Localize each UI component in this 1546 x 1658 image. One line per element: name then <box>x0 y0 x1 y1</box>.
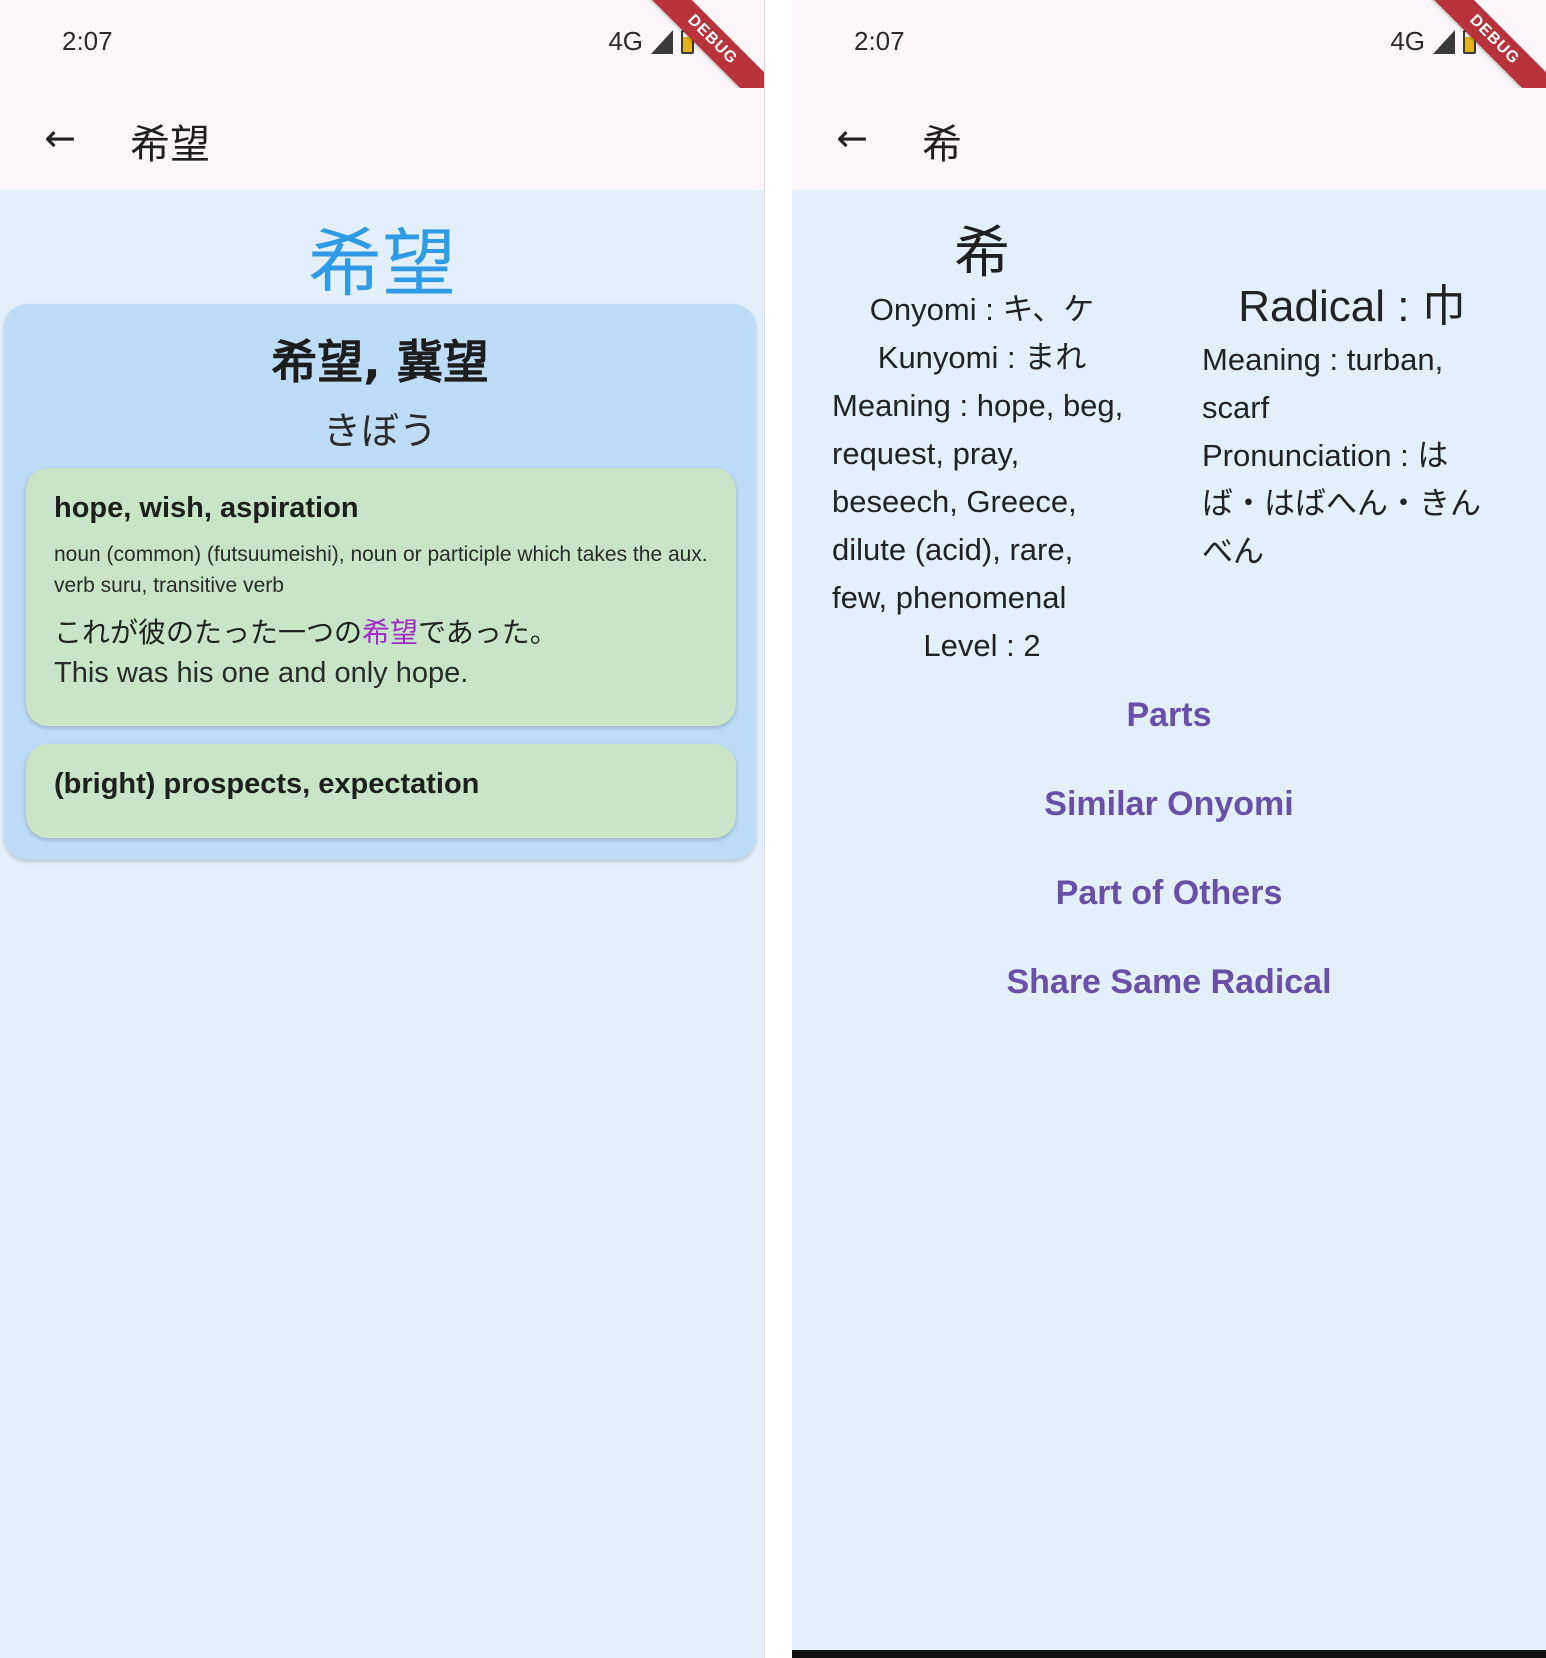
cell-signal-icon <box>1433 29 1455 54</box>
arrow-left-icon: ← <box>836 116 868 160</box>
radical-meaning: Meaning : turban, scarf <box>1202 342 1444 425</box>
page-title: 希望 <box>130 122 210 168</box>
example-text-after: であった。 <box>418 616 558 649</box>
radical-pronunciation: Pronunciation : はば・はばへん・きんべん <box>1202 438 1481 569</box>
status-indicators: 4G <box>608 26 694 57</box>
network-label: 4G <box>608 26 643 56</box>
kunyomi: Kunyomi : まれ <box>877 340 1087 375</box>
status-bar: 2:07 4G DEBUG <box>0 0 764 121</box>
word-content: 希望 希望, 冀望 きぼう hope, wish, aspiration nou… <box>0 190 764 1658</box>
example-text-before: これが彼のたった一つの <box>54 616 363 649</box>
radical-title: Radical : 巾 <box>1238 282 1466 331</box>
kanji-content: 希 Onyomi : キ、ケ Kunyomi : まれ Meaning : ho… <box>792 190 1546 1658</box>
cell-signal-icon <box>651 29 673 54</box>
parts-button[interactable]: Parts <box>792 696 1546 735</box>
app-bar: ← 希 <box>792 88 1546 190</box>
kanji-level: Level : 2 <box>923 628 1041 663</box>
sense-gloss: (bright) prospects, expectation <box>54 768 480 800</box>
part-of-speech: noun (common) (futsuumeishi), noun or pa… <box>54 543 708 597</box>
example-sentence-english: This was his one and only hope. <box>54 657 469 689</box>
radical-info: Radical : 巾 Meaning : turban, scarf Pron… <box>1202 270 1502 576</box>
similar-onyomi-button[interactable]: Similar Onyomi <box>792 785 1546 824</box>
part-of-others-button[interactable]: Part of Others <box>792 874 1546 913</box>
share-same-radical-button[interactable]: Share Same Radical <box>792 963 1546 1002</box>
back-button[interactable]: ← <box>30 108 90 168</box>
dictionary-entry-card: 希望, 冀望 きぼう hope, wish, aspiration noun (… <box>4 304 756 860</box>
headword: 希望 <box>308 221 456 307</box>
app-bar: ← 希望 <box>0 88 764 190</box>
kanji-character: 希 <box>954 221 1010 286</box>
sense-card: (bright) prospects, expectation <box>26 744 736 838</box>
word-detail-screen: 2:07 4G DEBUG ← 希望 希望 希望, 冀望 きぼう hope, w… <box>0 0 765 1658</box>
status-indicators: 4G <box>1390 26 1476 57</box>
navigation-bar-edge <box>792 1650 1546 1658</box>
arrow-left-icon: ← <box>44 116 76 160</box>
sense-card: hope, wish, aspiration noun (common) (fu… <box>26 468 736 726</box>
entry-forms: 希望, 冀望 <box>271 335 489 389</box>
sense-gloss: hope, wish, aspiration <box>54 492 359 524</box>
kanji-detail-screen: 2:07 4G DEBUG ← 希 希 Onyomi : キ、ケ Kunyomi… <box>792 0 1546 1658</box>
page-title: 希 <box>922 122 962 168</box>
status-time: 2:07 <box>62 26 113 56</box>
kanji-meaning: Meaning : hope, beg, request, pray, bese… <box>832 388 1124 615</box>
kanji-info: 希 Onyomi : キ、ケ Kunyomi : まれ Meaning : ho… <box>832 190 1132 670</box>
network-label: 4G <box>1390 26 1425 56</box>
example-highlight: 希望 <box>362 616 419 649</box>
onyomi: Onyomi : キ、ケ <box>869 292 1095 327</box>
status-bar: 2:07 4G DEBUG <box>792 0 1546 121</box>
entry-reading: きぼう <box>322 409 437 453</box>
status-time: 2:07 <box>854 26 905 56</box>
example-sentence-japanese: これが彼のたった一つの希望であった。 <box>54 611 708 651</box>
screenshot-stage: 2:07 4G DEBUG ← 希望 希望 希望, 冀望 きぼう hope, w… <box>0 0 1546 1658</box>
back-button[interactable]: ← <box>822 108 882 168</box>
